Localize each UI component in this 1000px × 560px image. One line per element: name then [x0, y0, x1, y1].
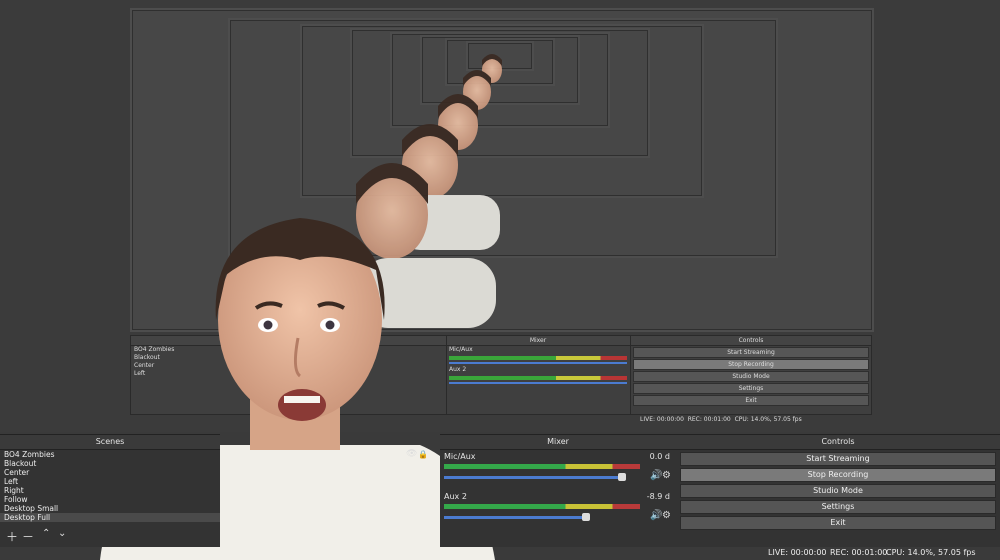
mixer-level-aux-2: -8.9 d [646, 492, 670, 501]
mixer-panel: Mixer Mic/Aux 0.0 d 🔊 ⚙ Aux 2 -8.9 d 🔊 ⚙ [440, 434, 676, 547]
scenes-title: Scenes [0, 435, 220, 450]
scene-item-right[interactable]: Right [0, 486, 220, 495]
controls-panel: Controls Start Streaming Stop Recording … [676, 434, 1000, 547]
minus-icon[interactable]: － [22, 528, 34, 545]
lock-icon[interactable]: 🔒 [418, 450, 428, 459]
scene-item-center[interactable]: Center [0, 468, 220, 477]
mixer-channel-mic-aux: Mic/Aux [444, 452, 476, 461]
scene-item-desktop-small[interactable]: Desktop Small [0, 504, 220, 513]
mixer-volume-handle-aux-2[interactable] [582, 513, 590, 521]
status-rec: REC: 00:01:00 [830, 548, 888, 557]
controls-title: Controls [676, 435, 1000, 450]
settings-button[interactable]: Settings [680, 500, 996, 514]
gear-icon[interactable]: ⚙ [662, 510, 671, 521]
mixer-channel-aux-2: Aux 2 [444, 492, 467, 501]
mixer-title: Mixer [440, 435, 676, 450]
mixer-meter-aux-2 [444, 504, 640, 509]
status-live: LIVE: 00:00:00 [768, 548, 827, 557]
mixer-volume-slider-aux-2[interactable] [444, 516, 584, 519]
scene-item-left[interactable]: Left [0, 477, 220, 486]
scene-item-blackout[interactable]: Blackout [0, 459, 220, 468]
mixer-meter-mic-aux [444, 464, 640, 469]
mixer-level-mic-aux: 0.0 d [649, 452, 670, 461]
gear-icon[interactable]: ⚙ [662, 470, 671, 481]
scene-item-follow[interactable]: Follow [0, 495, 220, 504]
speaker-icon[interactable]: 🔊 [650, 510, 662, 521]
eye-icon[interactable]: 👁 [406, 449, 417, 459]
scene-item-desktop-full[interactable]: Desktop Full [0, 513, 220, 522]
mixer-volume-slider-mic-aux[interactable] [444, 476, 620, 479]
scene-item-bo4-zombies[interactable]: BO4 Zombies [0, 450, 220, 459]
plus-icon[interactable]: ＋ [6, 528, 18, 545]
speaker-icon[interactable]: 🔊 [650, 470, 662, 481]
studio-mode-button[interactable]: Studio Mode [680, 484, 996, 498]
status-cpu: CPU: 14.0%, 57.05 fps [886, 548, 976, 557]
start-streaming-button[interactable]: Start Streaming [680, 452, 996, 466]
stop-recording-button[interactable]: Stop Recording [680, 468, 996, 482]
chevron-down-icon[interactable]: ⌄ [58, 528, 66, 539]
preview-canvas: Mixer Mic/Aux Aux 2 Controls Start Strea… [0, 0, 1000, 560]
chevron-up-icon[interactable]: ⌃ [42, 528, 50, 539]
mixer-volume-handle-mic-aux[interactable] [618, 473, 626, 481]
exit-button[interactable]: Exit [680, 516, 996, 530]
